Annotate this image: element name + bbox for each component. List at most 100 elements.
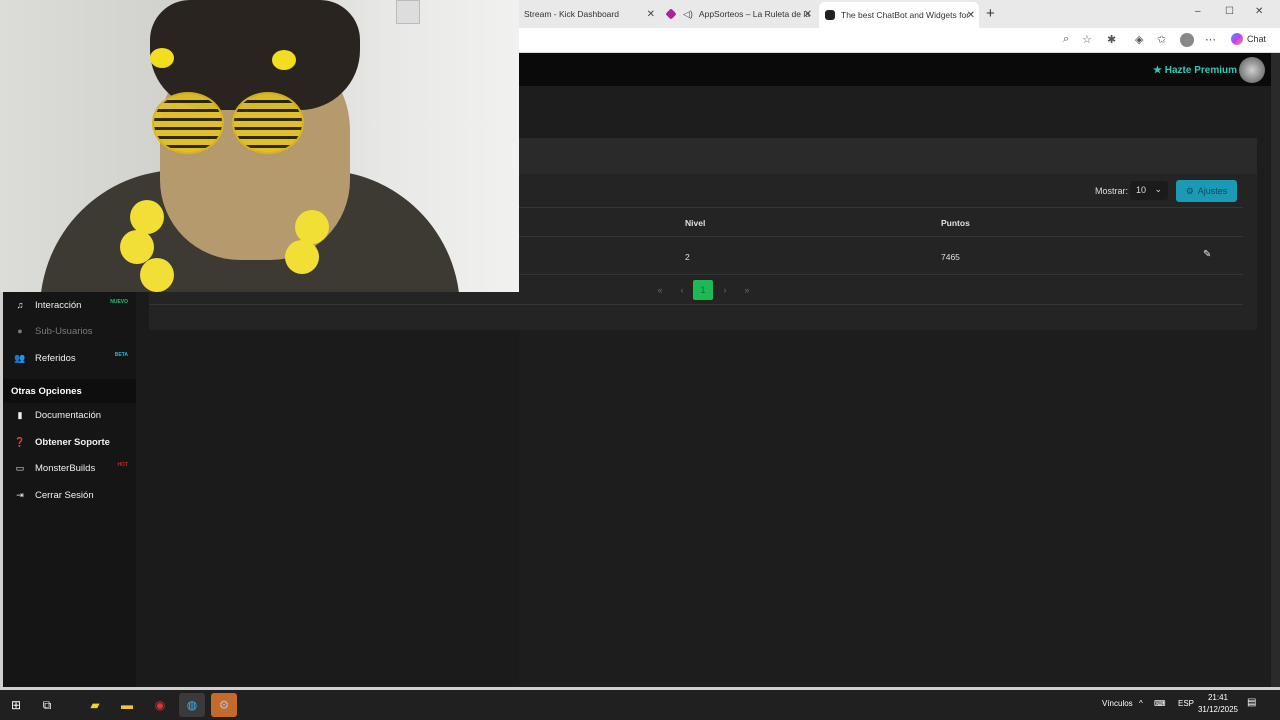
edge-browser-icon[interactable]: ◍ (179, 693, 205, 717)
browser-essentials-icon[interactable]: ◈ (1135, 33, 1143, 46)
logout-icon: ⇥ (16, 489, 24, 500)
pagination-prev[interactable]: ‹ (672, 280, 692, 300)
minimize-button[interactable]: – (1195, 6, 1201, 17)
copilot-icon (1230, 33, 1243, 45)
badge-beta: BETA (114, 352, 128, 358)
avatar[interactable] (1239, 57, 1265, 83)
music-icon: ♫ (16, 300, 24, 310)
sidebar-item-label: Interacción (35, 299, 82, 311)
tab-title: Stream - Kick Dashboard (524, 9, 619, 19)
help-icon: ❓ (14, 436, 26, 447)
close-window-button[interactable]: ✕ (1255, 6, 1263, 17)
file-explorer-icon[interactable]: ▬ (114, 693, 140, 717)
windows-start-icon[interactable]: ⊞ (3, 693, 29, 717)
flower-lei (285, 240, 319, 274)
column-header-puntos[interactable]: Puntos (941, 218, 970, 228)
sidebar-item-monsterbuilds[interactable]: ▭ MonsterBuilds HOT (3, 456, 136, 480)
ajustes-button[interactable]: ⚙ Ajustes (1176, 180, 1237, 202)
sidebar-item-sub-usuarios[interactable]: ● Sub-Usuarios (3, 319, 136, 343)
chevron-down-icon: ⌄ (1154, 184, 1162, 194)
close-tab-icon[interactable]: ✕ (647, 9, 655, 20)
sticky-notes-icon[interactable]: ▰ (82, 693, 108, 717)
premium-label: Hazte Premium (1164, 65, 1237, 76)
system-clock[interactable]: 21:41 31/12/2025 (1196, 692, 1240, 716)
divider (149, 304, 1243, 305)
close-tab-icon[interactable]: ✕ (967, 10, 975, 21)
sidebar-item-referidos[interactable]: 👥 Referidos BETA (3, 346, 136, 370)
sidebar-item-label: Documentación (35, 409, 102, 421)
tray-links-label[interactable]: Vínculos (1102, 699, 1133, 708)
flower-lei (130, 200, 164, 234)
page-size-label: Mostrar: (1095, 186, 1129, 196)
window-border-left (0, 292, 3, 690)
laptop-icon: ▭ (15, 462, 25, 473)
cell-puntos: 7465 (941, 252, 960, 262)
language-indicator[interactable]: ESP (1178, 699, 1194, 708)
chevron-up-icon[interactable]: ^ (1139, 699, 1143, 708)
close-tab-icon[interactable]: ✕ (804, 9, 812, 20)
speaker-icon[interactable]: ◁) (683, 9, 693, 20)
screen: Stream - Kick Dashboard ✕ ◁) AppSorteos … (0, 0, 1280, 720)
copilot-label: Chat (1246, 34, 1266, 44)
page-scrollbar[interactable] (1271, 53, 1280, 689)
sidebar-item-obtener-soporte[interactable]: ❓ Obtener Soporte (3, 430, 136, 454)
tab-title: AppSorteos – La Ruleta de la (698, 9, 810, 19)
book-icon: ▮ (17, 409, 23, 420)
profile-icon[interactable] (1180, 33, 1194, 47)
sidebar: ♫ Interacción NUEVO ● Sub-Usuarios 👥 Ref… (3, 292, 136, 688)
column-header-nivel[interactable]: Nivel (685, 218, 705, 228)
more-options-icon[interactable]: ⋯ (1205, 33, 1216, 46)
sidebar-item-label: MonsterBuilds (35, 462, 96, 474)
copilot-chat-button[interactable]: Chat (1230, 33, 1266, 45)
clock-time: 21:41 (1207, 693, 1229, 702)
webcam-overlay (0, 0, 519, 292)
ajustes-label: Ajustes (1197, 186, 1228, 196)
tab-kick-dashboard[interactable]: Stream - Kick Dashboard ✕ (519, 3, 659, 25)
badge-hot: HOT (117, 462, 128, 468)
keyboard-icon[interactable]: ⌨ (1154, 699, 1166, 708)
recording-app-icon[interactable]: ◉ (147, 693, 173, 717)
steam-icon[interactable]: ⚙ (211, 693, 237, 717)
sidebar-item-label: Referidos (35, 352, 76, 364)
favorite-star-icon[interactable]: ☆ (1082, 33, 1092, 46)
premium-link[interactable]: ★ Hazte Premium (1153, 65, 1237, 76)
flower-lei (140, 258, 174, 292)
notifications-icon[interactable]: ▤ (1247, 697, 1256, 708)
tab-chatbot-active[interactable]: The best ChatBot and Widgets for ✕ (819, 2, 979, 28)
tab-title: The best ChatBot and Widgets for (841, 10, 970, 20)
maximize-button[interactable]: ☐ (1225, 6, 1234, 17)
pagination-next[interactable]: › (715, 280, 735, 300)
gears-icon: ⚙ (1185, 185, 1194, 196)
wall-picture-frame (396, 0, 420, 24)
users-icon: ● (17, 326, 23, 336)
cell-nivel: 2 (685, 252, 690, 262)
favorites-icon[interactable]: ✩ (1157, 33, 1166, 46)
bee-glasses-left-lens (152, 92, 224, 154)
tab-appsorteos[interactable]: ◁) AppSorteos – La Ruleta de la ✕ (661, 3, 816, 25)
pagination-last[interactable]: » (737, 280, 757, 300)
page-size-select[interactable]: 10 ⌄ (1130, 181, 1168, 200)
badge-nuevo: NUEVO (110, 299, 128, 305)
task-view-icon[interactable]: ⧉ (34, 693, 60, 717)
flower-lei (295, 210, 329, 244)
sidebar-item-label: Obtener Soporte (35, 436, 110, 448)
browser-tab-strip: Stream - Kick Dashboard ✕ ◁) AppSorteos … (519, 0, 1280, 28)
browser-toolbar: ⌕ ☆ ✱ ◈ ✩ ⋯ Chat (519, 28, 1280, 53)
page-size-value: 10 (1136, 185, 1147, 195)
sidebar-item-label: Sub-Usuarios (35, 325, 93, 337)
sidebar-item-documentacion[interactable]: ▮ Documentación (3, 403, 136, 427)
pagination-first[interactable]: « (650, 280, 670, 300)
sidebar-item-interaccion[interactable]: ♫ Interacción NUEVO (3, 293, 136, 317)
bee-antenna-left (150, 48, 174, 68)
sidebar-section-title: Otras Opciones (3, 379, 136, 403)
pagination-page-1[interactable]: 1 (693, 280, 713, 300)
sidebar-item-cerrar-sesion[interactable]: ⇥ Cerrar Sesión (3, 483, 136, 507)
clock-date: 31/12/2025 (1197, 705, 1239, 714)
edit-pencil-icon[interactable]: ✎ (1203, 249, 1211, 260)
windows-taskbar: ⊞ ⧉ ▰ ▬ ◉ ◍ ⚙ Vínculos ^ ⌨ ESP 21:41 31/… (0, 690, 1280, 720)
zoom-icon[interactable]: ⌕ (1063, 33, 1069, 46)
top-navbar: ★ Hazte Premium (519, 53, 1271, 86)
extensions-icon[interactable]: ✱ (1107, 33, 1116, 46)
new-tab-button[interactable]: + (986, 5, 995, 22)
chatbot-icon (825, 10, 835, 20)
